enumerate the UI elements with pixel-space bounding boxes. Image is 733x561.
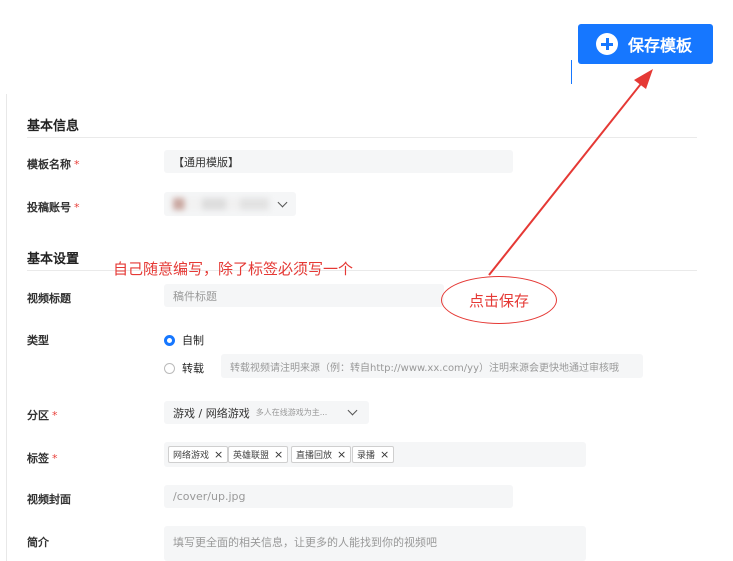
annotation-arrow bbox=[488, 69, 653, 276]
